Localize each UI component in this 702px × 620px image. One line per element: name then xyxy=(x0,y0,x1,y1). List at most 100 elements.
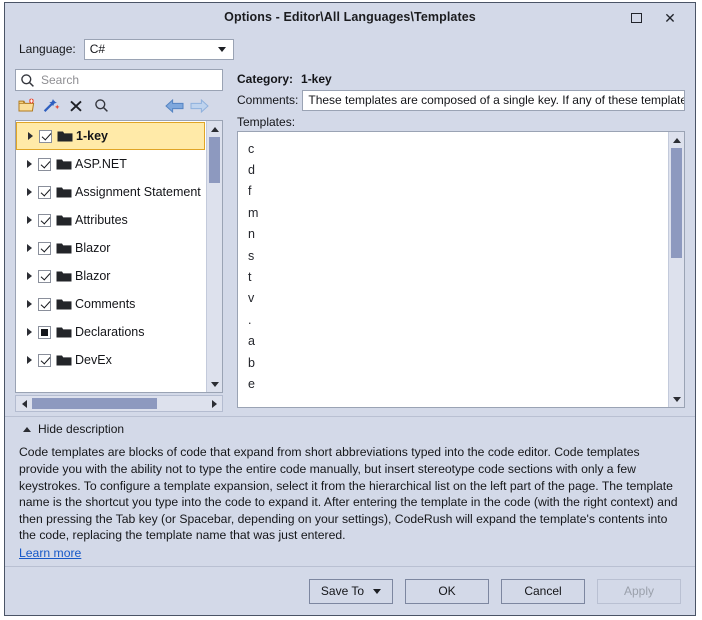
templates-vertical-scrollbar[interactable] xyxy=(668,132,684,408)
tree-row-checkbox[interactable] xyxy=(38,157,51,171)
tree-rows: 1-key ASP.NET Assignment Statement Attribut… xyxy=(16,121,206,392)
tree-nav-buttons xyxy=(165,98,209,116)
chevron-up-icon xyxy=(23,426,31,432)
save-to-button[interactable]: Save To xyxy=(309,578,393,604)
close-button[interactable]: ✕ xyxy=(655,5,685,31)
template-item[interactable]: f xyxy=(248,181,668,202)
template-item[interactable]: s xyxy=(248,245,668,266)
tree-row[interactable]: Comments xyxy=(16,290,206,318)
language-value: C# xyxy=(89,42,106,56)
expand-arrow-icon[interactable] xyxy=(20,188,38,196)
language-dropdown[interactable]: C# xyxy=(83,38,234,60)
learn-more-link[interactable]: Learn more xyxy=(19,546,81,560)
tree-hscroll-track[interactable] xyxy=(32,396,206,411)
templates-scroll-down-button[interactable] xyxy=(669,391,684,407)
tree-row-label: Blazor xyxy=(75,241,111,255)
tree-row[interactable]: Declarations xyxy=(16,318,206,346)
tree-vertical-scrollbar[interactable] xyxy=(206,121,222,393)
templates-scroll-thumb[interactable] xyxy=(671,148,682,258)
delete-button[interactable] xyxy=(65,97,87,117)
scroll-left-button[interactable] xyxy=(16,399,32,408)
template-item[interactable]: a xyxy=(248,331,668,352)
templates-list-box[interactable]: cdfmnstv.abe xyxy=(237,131,685,409)
scroll-down-button[interactable] xyxy=(207,376,222,392)
template-item[interactable]: n xyxy=(248,224,668,245)
expand-arrow-icon[interactable] xyxy=(20,160,38,168)
expand-arrow-icon[interactable] xyxy=(21,132,39,140)
back-button[interactable] xyxy=(165,98,184,116)
template-item[interactable]: v xyxy=(248,288,668,309)
tree-row[interactable]: 1-key xyxy=(16,122,205,150)
new-folder-icon xyxy=(18,98,35,116)
template-item[interactable]: b xyxy=(248,352,668,373)
triangle-right-icon xyxy=(211,399,217,408)
tree-row-checkbox[interactable] xyxy=(38,213,51,227)
search-input[interactable]: Search xyxy=(39,73,79,87)
search-icon xyxy=(20,73,39,88)
cancel-button[interactable]: Cancel xyxy=(501,578,585,604)
forward-button[interactable] xyxy=(190,98,209,116)
expand-arrow-icon[interactable] xyxy=(20,272,38,280)
tree-row-checkbox[interactable] xyxy=(38,353,51,367)
search-box[interactable]: Search xyxy=(15,69,223,91)
window-title: Options - Editor\All Languages\Templates xyxy=(224,10,476,24)
tree-row-checkbox[interactable] xyxy=(38,241,51,255)
tree-scroll-thumb[interactable] xyxy=(209,137,220,183)
expand-arrow-icon[interactable] xyxy=(20,244,38,252)
tree-row-checkbox[interactable] xyxy=(39,129,52,143)
tree-row[interactable]: ASP.NET xyxy=(16,150,206,178)
tree-row-checkbox[interactable] xyxy=(38,325,51,339)
tree-row[interactable]: Assignment Statement xyxy=(16,178,206,206)
tree-row[interactable]: DevEx xyxy=(16,346,206,374)
new-template-button[interactable] xyxy=(40,97,62,117)
tree-row[interactable]: Blazor xyxy=(16,262,206,290)
expand-arrow-icon[interactable] xyxy=(20,328,38,336)
tree-row-checkbox[interactable] xyxy=(38,269,51,283)
dialog-footer: Save To OK Cancel Apply xyxy=(5,566,695,615)
language-label: Language: xyxy=(19,42,76,56)
templates-scroll-up-button[interactable] xyxy=(669,132,684,148)
apply-button[interactable]: Apply xyxy=(597,578,681,604)
close-x-icon xyxy=(69,99,83,116)
maximize-button[interactable] xyxy=(621,5,651,31)
expand-arrow-icon[interactable] xyxy=(20,356,38,364)
templates-rows: cdfmnstv.abe xyxy=(238,132,668,407)
template-item[interactable]: . xyxy=(248,309,668,330)
template-item[interactable]: d xyxy=(248,159,668,180)
folder-icon xyxy=(56,214,73,227)
folder-icon xyxy=(56,270,73,283)
tree-hscroll-thumb[interactable] xyxy=(32,398,158,410)
arrow-right-icon xyxy=(190,98,209,113)
tree-row[interactable]: Attributes xyxy=(16,206,206,234)
tree-scroll-track[interactable] xyxy=(207,137,222,376)
tree-toolbar xyxy=(15,91,223,120)
template-item[interactable]: t xyxy=(248,266,668,287)
tree-row-label: 1-key xyxy=(76,129,108,143)
find-button[interactable] xyxy=(90,97,112,117)
templates-scroll-track[interactable] xyxy=(669,148,684,391)
ok-button[interactable]: OK xyxy=(405,578,489,604)
tree-row-checkbox[interactable] xyxy=(38,297,51,311)
comments-row: Comments: These templates are composed o… xyxy=(237,88,685,112)
hide-description-label: Hide description xyxy=(38,422,125,437)
tree-horizontal-scrollbar[interactable] xyxy=(15,395,223,413)
save-to-label: Save To xyxy=(320,584,365,598)
hide-description-toggle[interactable]: Hide description xyxy=(19,417,681,441)
templates-label: Templates: xyxy=(237,114,296,129)
expand-arrow-icon[interactable] xyxy=(20,216,38,224)
folder-icon xyxy=(56,242,73,255)
category-tree[interactable]: 1-key ASP.NET Assignment Statement Attribut… xyxy=(15,120,223,394)
comments-input[interactable]: These templates are composed of a single… xyxy=(302,89,685,111)
template-item[interactable]: m xyxy=(248,202,668,223)
folder-icon xyxy=(57,130,74,143)
expand-arrow-icon[interactable] xyxy=(20,300,38,308)
tree-row[interactable]: Blazor xyxy=(16,234,206,262)
new-folder-button[interactable] xyxy=(15,97,37,117)
template-item[interactable]: e xyxy=(248,373,668,394)
template-item[interactable]: c xyxy=(248,138,668,159)
scroll-right-button[interactable] xyxy=(206,399,222,408)
tree-row-checkbox[interactable] xyxy=(38,185,51,199)
triangle-down-icon xyxy=(672,396,681,402)
scroll-up-button[interactable] xyxy=(207,121,222,137)
chevron-down-icon xyxy=(217,46,226,52)
